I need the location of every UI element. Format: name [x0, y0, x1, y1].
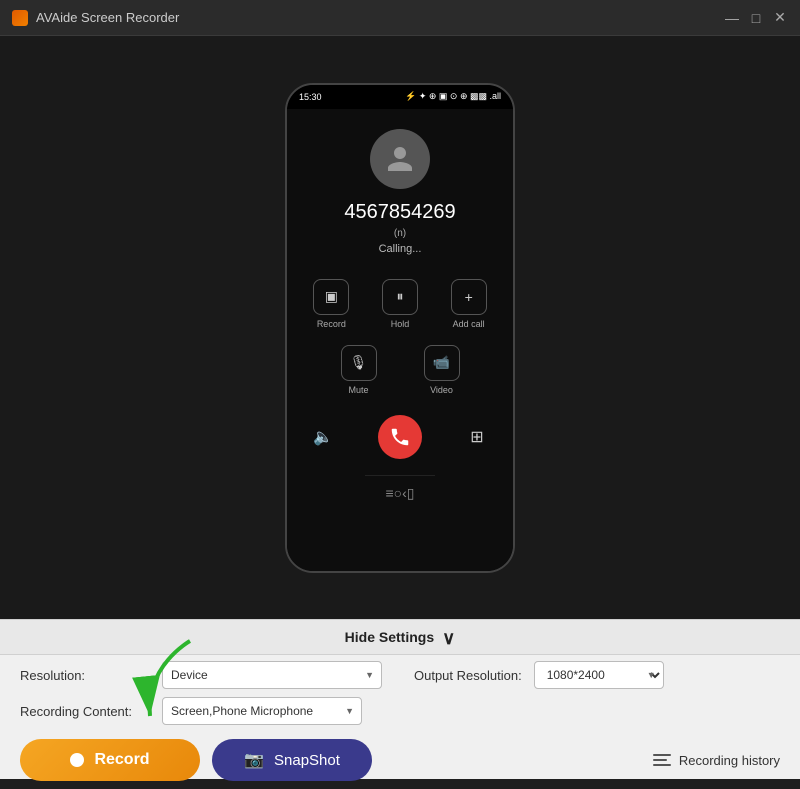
settings-row-content: Recording Content: Screen,Phone Micropho… — [0, 695, 800, 731]
phone-addcall-icon: + — [451, 279, 487, 315]
title-bar-controls: — □ ✕ — [724, 10, 788, 26]
caller-number: 4567854269 — [344, 201, 455, 224]
phone-status-bar: 15:30 ⚡ ✦ ⊕ ▣ ⊙ ⊕ ▩▩ .all — [287, 85, 513, 109]
phone-hold-icon: ⏸ — [382, 279, 418, 315]
phone-record-btn[interactable]: ▣ Record — [303, 279, 360, 329]
phone-mockup: 15:30 ⚡ ✦ ⊕ ▣ ⊙ ⊕ ▩▩ .all 4567854269 (n)… — [285, 83, 515, 573]
phone-hold-label: Hold — [391, 319, 410, 329]
phone-video-label: Video — [430, 385, 453, 395]
snapshot-button[interactable]: 📷 SnapShot — [212, 739, 372, 781]
phone-call-screen: 4567854269 (n) Calling... ▣ Record ⏸ Hol… — [287, 109, 513, 571]
status-icons: ⚡ ✦ ⊕ ▣ ⊙ ⊕ ▩▩ .all — [405, 91, 501, 102]
hide-settings-bar[interactable]: Hide Settings ∨ — [0, 619, 800, 655]
nav-recents-icon: ▯ — [407, 485, 415, 502]
end-call-button[interactable] — [378, 415, 422, 459]
hide-settings-label: Hide Settings — [345, 629, 434, 645]
phone-record-icon: ▣ — [313, 279, 349, 315]
history-icon — [653, 754, 671, 766]
caller-label: (n) — [394, 228, 406, 239]
history-label: Recording history — [679, 753, 780, 768]
camera-icon: 📷 — [244, 750, 264, 770]
record-dot-icon — [70, 753, 84, 767]
settings-panel: Hide Settings ∨ Resolution: Device Outpu… — [0, 619, 800, 779]
recording-history-button[interactable]: Recording history — [653, 753, 780, 768]
nav-home-icon: ○ — [394, 485, 402, 501]
phone-action-grid: ▣ Record ⏸ Hold + Add call — [287, 279, 513, 329]
phone-hold-btn[interactable]: ⏸ Hold — [372, 279, 429, 329]
action-bar: Record 📷 SnapShot Recording history — [0, 731, 800, 789]
phone-video-icon: 📹 — [424, 345, 460, 381]
phone-mute-label: Mute — [348, 385, 368, 395]
maximize-button[interactable]: □ — [748, 10, 764, 26]
dialpad-button[interactable]: ⊞ — [461, 421, 493, 453]
nav-menu-icon: ≡ — [385, 485, 393, 501]
output-resolution-select[interactable]: 1080*2400 — [534, 661, 664, 689]
record-label: Record — [94, 751, 149, 769]
close-button[interactable]: ✕ — [772, 10, 788, 26]
recording-content-label: Recording Content: — [20, 704, 150, 719]
title-bar-left: AVAide Screen Recorder — [12, 10, 179, 26]
resolution-select[interactable]: Device — [162, 661, 382, 689]
output-resolution-label: Output Resolution: — [414, 668, 522, 683]
preview-area: 15:30 ⚡ ✦ ⊕ ▣ ⊙ ⊕ ▩▩ .all 4567854269 (n)… — [0, 36, 800, 619]
end-call-icon — [389, 426, 411, 448]
resolution-label: Resolution: — [20, 668, 150, 683]
app-title: AVAide Screen Recorder — [36, 10, 179, 25]
person-icon — [385, 144, 415, 174]
calling-status: Calling... — [379, 243, 422, 255]
hide-settings-chevron: ∨ — [442, 628, 455, 649]
speaker-button[interactable]: 🔈 — [307, 421, 339, 453]
minimize-button[interactable]: — — [724, 10, 740, 26]
settings-row-resolution: Resolution: Device Output Resolution: 10… — [0, 655, 800, 695]
phone-video-btn[interactable]: 📹 Video — [406, 345, 477, 395]
phone-nav-bar: ≡ ○ ‹ ▯ — [365, 475, 434, 511]
snapshot-label: SnapShot — [274, 752, 340, 769]
recording-content-select[interactable]: Screen,Phone Microphone — [162, 697, 362, 725]
caller-avatar — [370, 129, 430, 189]
output-resolution-select-wrapper: 1080*2400 — [534, 661, 664, 689]
phone-mute-btn[interactable]: 🎙 Mute — [323, 345, 394, 395]
phone-record-label: Record — [317, 319, 346, 329]
resolution-select-wrapper: Device — [162, 661, 382, 689]
phone-addcall-label: Add call — [453, 319, 485, 329]
app-icon — [12, 10, 28, 26]
phone-action-grid-2: 🎙 Mute 📹 Video — [287, 345, 513, 395]
recording-content-select-wrapper: Screen,Phone Microphone — [162, 697, 362, 725]
phone-addcall-btn[interactable]: + Add call — [440, 279, 497, 329]
title-bar: AVAide Screen Recorder — □ ✕ — [0, 0, 800, 36]
call-controls: 🔈 ⊞ — [287, 415, 513, 459]
record-button[interactable]: Record — [20, 739, 200, 781]
phone-mute-icon: 🎙 — [341, 345, 377, 381]
status-time: 15:30 — [299, 92, 322, 102]
